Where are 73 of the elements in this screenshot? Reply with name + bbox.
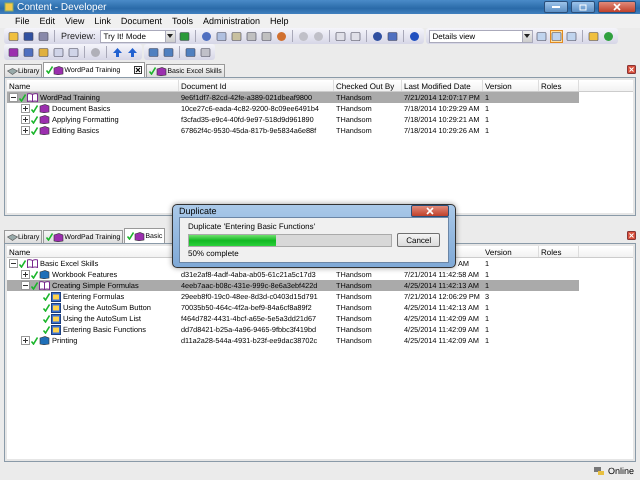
caret-icon — [167, 34, 174, 38]
open-book-icon — [27, 259, 38, 268]
column-header[interactable]: Checked Out By — [334, 80, 402, 91]
plus-icon — [23, 106, 28, 111]
check-icon — [149, 67, 156, 75]
check-icon — [127, 232, 134, 240]
menu-item[interactable]: Link — [89, 16, 116, 26]
app-icon — [4, 2, 14, 12]
menu-item[interactable]: Help — [264, 16, 294, 26]
connection-status: Online — [608, 466, 634, 476]
column-header[interactable]: Document Id — [179, 80, 334, 91]
minus-icon — [11, 95, 16, 100]
minus-icon — [23, 283, 28, 288]
column-header[interactable]: Version — [483, 80, 539, 91]
expand-button[interactable] — [21, 270, 30, 280]
plus-icon — [23, 338, 28, 344]
document-icon — [51, 302, 61, 313]
collapse-button[interactable] — [9, 93, 18, 102]
minimize-icon — [552, 6, 560, 8]
check-icon — [46, 233, 54, 242]
dialog-message: Duplicate 'Entering Basic Functions' — [188, 222, 316, 231]
arrow-down-button[interactable] — [126, 46, 139, 58]
menu-item[interactable]: Edit — [34, 16, 60, 26]
progress-text: 50% complete — [188, 249, 240, 258]
menu-item[interactable]: View — [60, 16, 90, 26]
close-icon — [426, 207, 434, 215]
document-icon — [51, 292, 61, 302]
expand-button[interactable] — [21, 115, 30, 124]
close-button[interactable] — [411, 205, 449, 217]
close-icon — [613, 3, 621, 11]
network-icon — [592, 466, 605, 476]
preview-mode-dropdown[interactable]: Try It! Mode — [100, 30, 176, 42]
restore-button[interactable] — [571, 1, 595, 13]
expand-button[interactable] — [21, 336, 30, 346]
column-header[interactable]: Name — [7, 80, 179, 91]
menu-item[interactable]: Tools — [166, 16, 198, 26]
preview-label: Preview: — [60, 31, 97, 41]
plus-icon — [23, 117, 28, 122]
close-icon[interactable] — [134, 66, 142, 74]
arrow-up-icon — [112, 46, 123, 58]
plus-icon — [23, 272, 28, 278]
expand-button[interactable] — [21, 104, 30, 113]
dialog-title: Duplicate — [179, 206, 217, 216]
window-title: Content - Developer — [17, 2, 108, 12]
close-button[interactable] — [598, 1, 636, 13]
open-book-icon — [27, 93, 38, 102]
column-header[interactable]: Roles — [539, 246, 579, 258]
check-icon — [46, 66, 54, 74]
arrow-up-button[interactable] — [111, 46, 124, 58]
view-mode-dropdown[interactable]: Details view — [428, 30, 533, 42]
collapse-button[interactable] — [21, 281, 30, 290]
column-header[interactable]: Last Modified Date — [402, 80, 483, 91]
library-icon — [7, 234, 18, 241]
arrow-down-icon — [127, 46, 138, 58]
minus-icon — [11, 261, 16, 266]
minimize-button[interactable] — [544, 1, 568, 13]
menu-item[interactable]: Document — [116, 16, 167, 26]
close-icon[interactable] — [627, 231, 636, 240]
column-header[interactable]: Version — [483, 246, 539, 258]
open-book-icon — [39, 281, 50, 290]
document-icon — [51, 314, 61, 324]
plus-icon — [23, 128, 28, 133]
close-icon[interactable] — [627, 65, 636, 74]
collapse-button[interactable] — [9, 259, 18, 268]
cancel-button[interactable]: Cancel — [397, 233, 440, 247]
library-icon — [7, 68, 18, 74]
column-header[interactable]: Roles — [539, 80, 579, 91]
restore-icon — [579, 4, 587, 10]
expand-button[interactable] — [21, 126, 30, 135]
menu-item[interactable]: Administration — [198, 16, 265, 26]
caret-icon — [524, 34, 530, 38]
document-icon — [51, 324, 61, 335]
menu-item[interactable]: File — [10, 16, 35, 26]
